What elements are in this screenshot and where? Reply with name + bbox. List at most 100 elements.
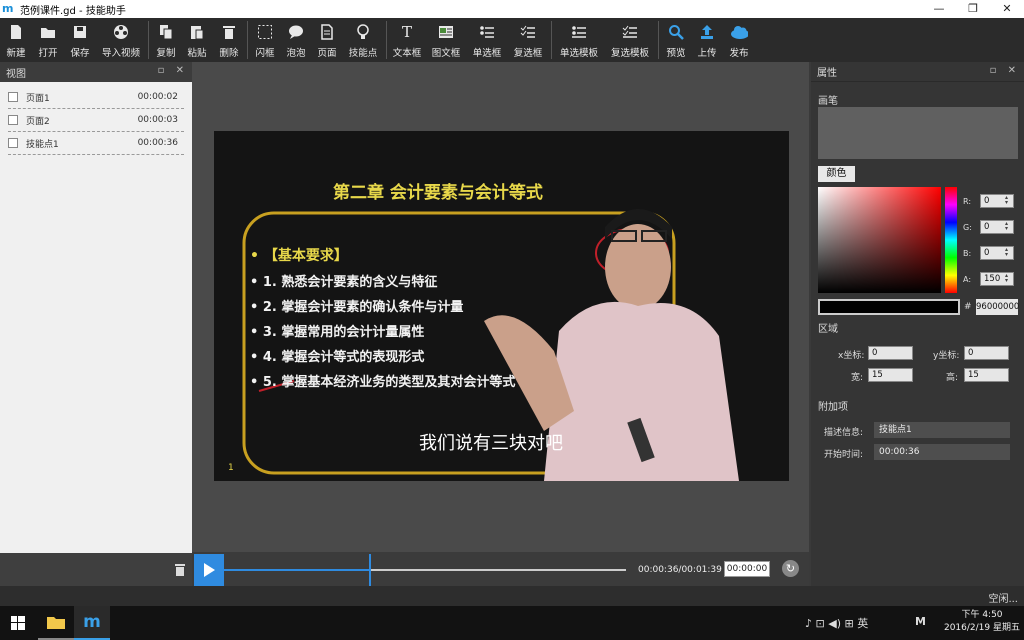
red-input[interactable]: 0 (980, 194, 1014, 208)
time-input[interactable]: 00:00:00 (724, 561, 770, 577)
slide-line: • 3. 掌握常用的会计计量属性 (250, 325, 425, 340)
start-button[interactable] (0, 606, 36, 640)
page-icon (318, 23, 336, 41)
app-logo-icon: m (83, 612, 101, 632)
skill-point-label: 技能点 (348, 48, 378, 59)
clock[interactable]: 下午 4:50 2016/2/19 星期五 (944, 609, 1020, 635)
page-button[interactable]: 页面 (312, 18, 342, 62)
app-logo-icon: m (2, 2, 14, 15)
y-input[interactable]: 0 (964, 346, 1009, 360)
page-label: 页面 (317, 48, 337, 59)
copy-icon (157, 23, 175, 41)
green-input[interactable]: 0 (980, 220, 1014, 234)
paste-label: 粘贴 (187, 48, 207, 59)
desc-label: 描述信息: (824, 428, 864, 438)
height-label: 高: (946, 373, 959, 383)
open-button[interactable]: 打开 (32, 18, 64, 62)
start-time-input[interactable]: 00:00:36 (874, 444, 1010, 460)
item-checkbox[interactable] (8, 138, 18, 148)
search-icon (667, 23, 685, 41)
skill-point-button[interactable]: 技能点 (342, 18, 384, 62)
close-window-button[interactable]: ✕ (990, 0, 1024, 18)
slide-line: • 1. 熟悉会计要素的含义与特征 (250, 275, 438, 290)
item-label: 技能点1 (26, 139, 59, 150)
view-panel-footer (0, 553, 192, 586)
restore-button[interactable]: ❐ (956, 0, 990, 18)
start-time-label: 开始时间: (824, 450, 864, 460)
hue-slider[interactable] (945, 187, 957, 293)
taskbar-app[interactable]: m (74, 606, 110, 640)
hex-input[interactable]: 96000000 (976, 299, 1019, 315)
color-tab[interactable]: 颜色 (818, 166, 855, 182)
slide-line: • 5. 掌握基本经济业务的类型及其对会计等式 (250, 375, 516, 390)
new-button[interactable]: 新建 (0, 18, 32, 62)
list-item[interactable]: 技能点1 00:00:36 (8, 132, 184, 155)
refresh-icon[interactable]: ↻ (782, 560, 799, 577)
radio-template-button[interactable]: 单选模板 (554, 18, 604, 62)
flash-box-button[interactable]: 闪框 (250, 18, 280, 62)
delete-button[interactable]: 删除 (213, 18, 245, 62)
taskbar-file-explorer[interactable] (38, 606, 74, 640)
preview-button[interactable]: 预览 (661, 18, 691, 62)
view-panel: 视图 ▫ ✕ 页面1 00:00:02 页面2 00:00:03 技能点1 00… (0, 62, 192, 586)
checkbox-box-button[interactable]: 复选框 (507, 18, 549, 62)
copy-label: 复制 (156, 48, 176, 59)
paste-button[interactable]: 粘贴 (181, 18, 213, 62)
brush-preview (818, 107, 1018, 159)
trash-icon[interactable] (174, 563, 186, 579)
system-tray[interactable]: ♪ ⊡ ◀) ⊞ 英 (805, 615, 868, 631)
item-checkbox[interactable] (8, 92, 18, 102)
play-icon (204, 563, 215, 577)
upload-label: 上传 (697, 48, 717, 59)
item-time: 00:00:02 (137, 92, 178, 102)
checkbox-box-label: 复选框 (513, 48, 543, 59)
import-video-button[interactable]: 导入视频 (96, 18, 146, 62)
panel-close-icon[interactable]: ▫ ✕ (990, 65, 1020, 76)
publish-button[interactable]: 发布 (723, 18, 755, 62)
blue-label: B: (963, 248, 972, 258)
bubble-button[interactable]: 泡泡 (280, 18, 312, 62)
blue-channel: B: 0 (963, 246, 1018, 260)
radio-list-icon (478, 23, 496, 41)
trash-icon (220, 23, 238, 41)
color-picker-area[interactable] (818, 187, 941, 293)
ime-indicator[interactable]: M (915, 615, 926, 628)
desc-input[interactable]: 技能点1 (874, 422, 1010, 438)
cloud-publish-icon (730, 23, 748, 41)
timeline-track[interactable] (224, 569, 626, 571)
playhead[interactable] (369, 554, 371, 586)
width-input[interactable]: 15 (868, 368, 913, 382)
item-checkbox[interactable] (8, 115, 18, 125)
video-frame[interactable]: 第二章 会计要素与会计等式 • 【基本要求】 • 1. 熟悉会计要素的含义与特征… (214, 131, 789, 481)
save-button[interactable]: 保存 (64, 18, 96, 62)
properties-panel: 属性 ▫ ✕ 画笔 颜色 R: 0 G: 0 B: 0 A: 150 # 960… (811, 62, 1024, 586)
slide-heading: • 【基本要求】 (250, 248, 348, 264)
alpha-input[interactable]: 150 (980, 272, 1014, 286)
timeline-progress (224, 569, 370, 571)
page-list: 页面1 00:00:02 页面2 00:00:03 技能点1 00:00:36 (0, 82, 192, 155)
checkbox-template-button[interactable]: 复选模板 (604, 18, 656, 62)
list-item[interactable]: 页面2 00:00:03 (8, 109, 184, 132)
status-text: 空闲... (988, 594, 1018, 605)
list-item[interactable]: 页面1 00:00:02 (8, 86, 184, 109)
minimize-button[interactable]: — (922, 0, 956, 18)
slide-page-number: 1 (228, 463, 234, 473)
panel-close-icon[interactable]: ▫ ✕ (158, 65, 188, 76)
slide-title: 第二章 会计要素与会计等式 (333, 183, 543, 203)
extra-label: 附加项 (818, 402, 848, 413)
height-input[interactable]: 15 (964, 368, 1009, 382)
text-box-button[interactable]: T 文本框 (389, 18, 425, 62)
upload-button[interactable]: 上传 (691, 18, 723, 62)
bubble-label: 泡泡 (286, 48, 306, 59)
publish-label: 发布 (729, 48, 749, 59)
image-text-button[interactable]: 图文框 (425, 18, 467, 62)
blue-input[interactable]: 0 (980, 246, 1014, 260)
x-input[interactable]: 0 (868, 346, 913, 360)
red-channel: R: 0 (963, 194, 1018, 208)
copy-button[interactable]: 复制 (151, 18, 181, 62)
item-time: 00:00:03 (137, 115, 178, 125)
radio-box-button[interactable]: 单选框 (467, 18, 507, 62)
clock-date: 2016/2/19 星期五 (943, 623, 1020, 633)
save-label: 保存 (70, 48, 90, 59)
play-button[interactable] (194, 554, 224, 586)
